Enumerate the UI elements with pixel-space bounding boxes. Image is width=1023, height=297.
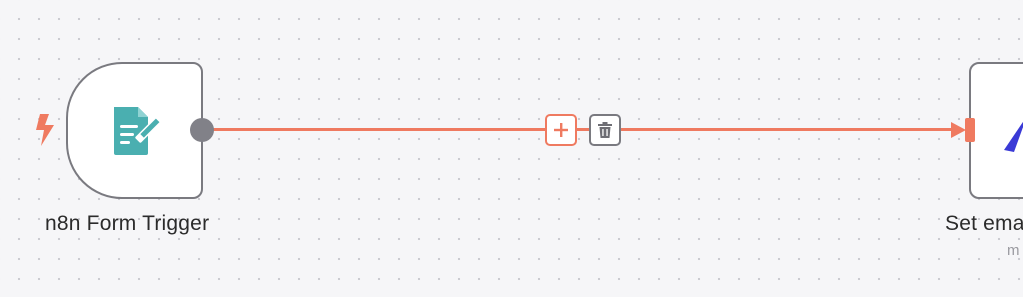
workflow-canvas[interactable]: n8n Form Trigger Set ema m: [0, 0, 1023, 297]
delete-connection-button[interactable]: [589, 114, 621, 146]
connection-line[interactable]: [212, 128, 960, 131]
set-node-input-handle[interactable]: [965, 118, 975, 142]
set-email-node[interactable]: [969, 62, 1023, 199]
add-node-button[interactable]: [545, 114, 577, 146]
set-node-sublabel: m: [1007, 242, 1020, 259]
trigger-node-label: n8n Form Trigger: [45, 212, 210, 235]
form-edit-icon: [113, 106, 161, 155]
set-node-label: Set ema: [945, 212, 1023, 235]
plus-icon: [554, 123, 568, 137]
trigger-bolt-icon: [36, 114, 54, 146]
trash-icon: [598, 122, 612, 138]
set-icon: [1004, 121, 1023, 152]
trigger-output-handle[interactable]: [190, 118, 214, 142]
form-trigger-node[interactable]: [66, 62, 203, 199]
connection-arrow-icon: [951, 122, 966, 138]
